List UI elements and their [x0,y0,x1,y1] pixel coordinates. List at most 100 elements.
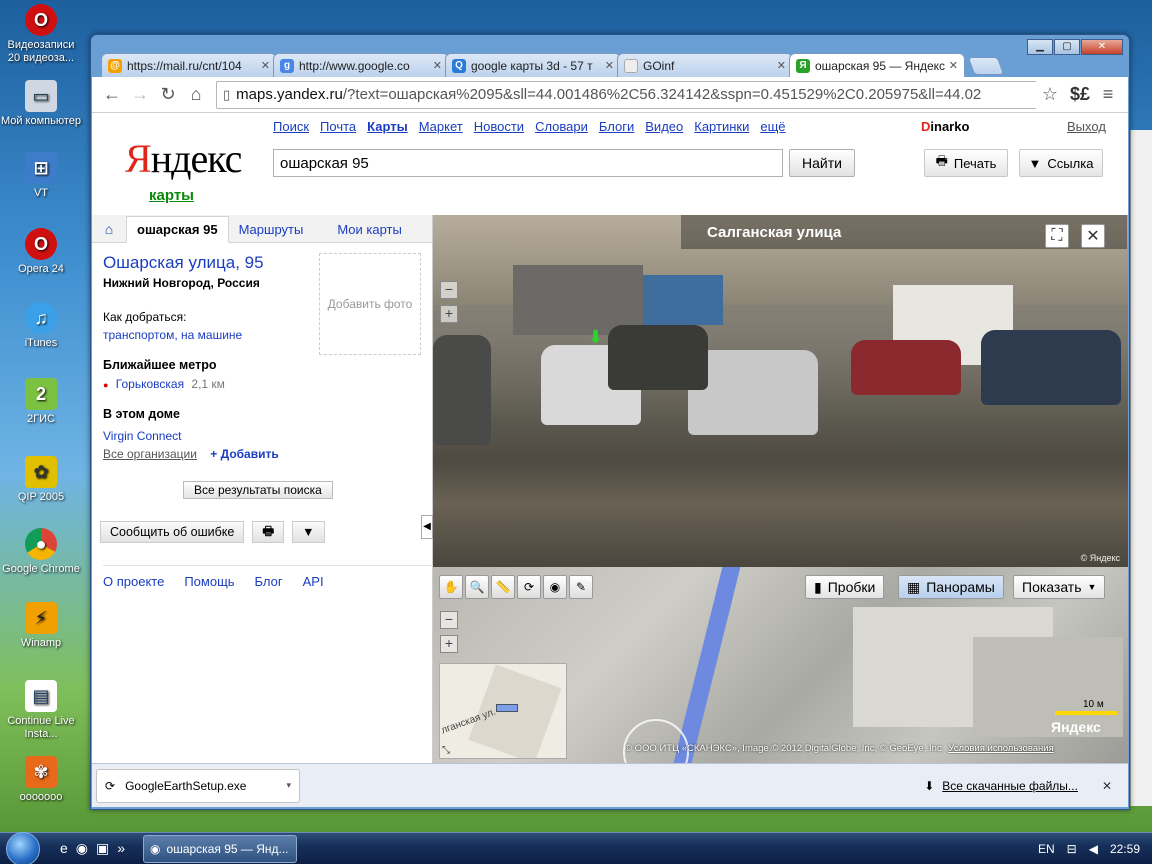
pano-zoom-out-button[interactable]: − [440,281,458,299]
ruler-tool-icon[interactable]: 📏 [491,575,515,599]
edit-tool-icon[interactable]: ✎ [569,575,593,599]
pano-zoom-in-button[interactable]: + [440,305,458,323]
collapse-mini-map-icon[interactable]: ⤡ [442,745,450,756]
all-orgs-link[interactable]: Все организации [103,447,197,461]
show-dropdown[interactable]: Показать ▼ [1013,575,1106,599]
desktop-icon-qip[interactable]: ✿ QIP 2005 [0,456,82,504]
nav-mail[interactable]: Почта [320,119,356,134]
zoom-tool-icon[interactable]: 🔍 [465,575,489,599]
nav-dictionaries[interactable]: Словари [535,119,588,134]
link-small-button[interactable]: ▼ [292,521,325,543]
tab-mail[interactable]: @ https://mail.ru/cnt/104 ✕ [101,53,277,77]
desktop-icon-videos[interactable]: O Видеозаписи 20 видеоза... [0,4,82,65]
home-button[interactable]: ⌂ [182,81,210,109]
minimize-button[interactable]: ▁ [1027,39,1053,55]
tab-goinf[interactable]: GOinf ✕ [617,53,793,77]
chevron-down-icon[interactable]: ▾ [286,780,291,791]
nav-market[interactable]: Маркет [419,119,463,134]
download-item[interactable]: ⟳ GoogleEarthSetup.exe ▾ [96,768,300,803]
traffic-button[interactable]: ▮ Пробки [805,575,885,599]
nav-news[interactable]: Новости [474,119,524,134]
logout-link[interactable]: Выход [1067,119,1106,134]
print-small-button[interactable]: 🖶 [252,521,285,543]
bookmark-star-icon[interactable]: ☆ [1036,80,1064,109]
back-button[interactable]: ← [98,81,126,109]
panoramas-button[interactable]: ▦ Панорамы [898,575,1004,599]
footer-about[interactable]: О проекте [103,574,164,589]
map-zoom-in-button[interactable]: + [440,635,458,653]
language-indicator[interactable]: EN [1038,842,1055,856]
close-window-button[interactable]: ✕ [1081,39,1123,55]
footer-api[interactable]: API [303,574,324,589]
tab-my-maps[interactable]: Мои карты [327,222,412,242]
maximize-button[interactable]: ▢ [1054,39,1080,55]
forward-button[interactable]: → [126,81,154,109]
desktop-icon-computer[interactable]: ▭ Мой компьютер [0,80,82,128]
nav-blogs[interactable]: Блоги [599,119,634,134]
tab-google[interactable]: g http://www.google.co ✕ [273,53,449,77]
desktop-icon-itunes[interactable]: ♫ iTunes [0,302,82,350]
yandex-logo[interactable]: Яндекс [125,135,242,182]
nav-more[interactable]: ещё [760,119,785,134]
footer-blog[interactable]: Блог [255,574,283,589]
clock[interactable]: 22:59 [1110,842,1140,856]
home-icon[interactable]: ⌂ [92,216,126,242]
volume-icon[interactable]: ◀ [1089,842,1098,856]
close-tab-icon[interactable]: ✕ [605,59,614,72]
ie-icon[interactable]: e [60,840,68,857]
app-icon[interactable]: ▣ [96,840,109,857]
chrome-icon[interactable]: ◉ [76,840,88,857]
tab-routes[interactable]: Маршруты [229,222,314,242]
reload-button[interactable]: ↻ [154,81,182,109]
street-panorama[interactable]: ⬇ Салганская улица ⛶ ✕ − + © Яндекс [433,215,1128,567]
add-org-link[interactable]: + Добавить [210,447,278,461]
taskbar-chrome-window[interactable]: ◉ ошарская 95 — Янд... [143,834,298,863]
hand-tool-icon[interactable]: ✋ [439,575,463,599]
tab-yandex-maps[interactable]: Я ошарская 95 — Яндекс ✕ [789,53,965,77]
desktop-icon-chrome[interactable]: ● Google Chrome [0,528,82,576]
nav-search[interactable]: Поиск [273,119,309,134]
route-tool-icon[interactable]: ⟳ [517,575,541,599]
desktop-icon-installer[interactable]: ▤ Continue Live Insta... [0,680,82,741]
tab-search-result[interactable]: ошарская 95 [126,216,229,243]
user-name[interactable]: Dinarko [921,119,969,134]
more-icon[interactable]: » [117,840,125,857]
link-button[interactable]: ▼ Ссылка [1019,149,1103,177]
network-icon[interactable]: ⊟ [1067,842,1077,856]
tab-google-maps-3d[interactable]: Q google карты 3d - 57 т ✕ [445,53,621,77]
metro-link[interactable]: Горьковская [116,377,184,391]
search-input[interactable] [273,149,783,177]
footer-help[interactable]: Помощь [184,574,234,589]
new-tab-button[interactable] [967,57,1005,75]
desktop-icon-image[interactable]: ✾ ooooooo [0,756,82,804]
close-tab-icon[interactable]: ✕ [433,59,442,72]
close-tab-icon[interactable]: ✕ [261,59,270,72]
close-icon[interactable]: ✕ [1081,224,1105,248]
nav-images[interactable]: Картинки [694,119,749,134]
fullscreen-icon[interactable]: ⛶ [1045,224,1069,248]
all-results-button[interactable]: Все результаты поиска [183,481,333,499]
collapse-panel-handle[interactable]: ◀ [421,515,433,539]
desktop-icon-2gis[interactable]: 2 2ГИС [0,378,82,426]
nav-video[interactable]: Видео [645,119,683,134]
navigation-arrow-icon[interactable]: ⬇ [588,327,603,348]
close-icon[interactable]: ✕ [1102,779,1112,793]
people-map-icon[interactable]: ◉ [543,575,567,599]
print-button[interactable]: 🖶 Печать [924,149,1008,177]
terms-link[interactable]: Условия использования [948,743,1053,754]
all-downloads-link[interactable]: Все скачанные файлы... [942,779,1078,793]
address-bar[interactable]: ▯ maps.yandex.ru/?text=ошарская%2095&sll… [216,80,1060,109]
add-photo-button[interactable]: Добавить фото [319,253,421,355]
search-button[interactable]: Найти [789,149,855,177]
desktop-icon-opera[interactable]: O Opera 24 [0,228,82,276]
mini-map[interactable]: лганская ул. ⤡ [439,663,567,759]
extension-icon[interactable]: $£ [1066,81,1094,109]
menu-icon[interactable]: ≡ [1094,81,1122,109]
start-button[interactable] [0,831,46,864]
close-tab-icon[interactable]: ✕ [777,59,786,72]
map-zoom-out-button[interactable]: − [440,611,458,629]
desktop-icon-winamp[interactable]: ⚡ Winamp [0,602,82,650]
panorama-view-cone[interactable] [623,719,689,763]
desktop-icon-vt[interactable]: ⊞ VT [0,152,82,200]
org-link[interactable]: Virgin Connect [103,429,423,443]
